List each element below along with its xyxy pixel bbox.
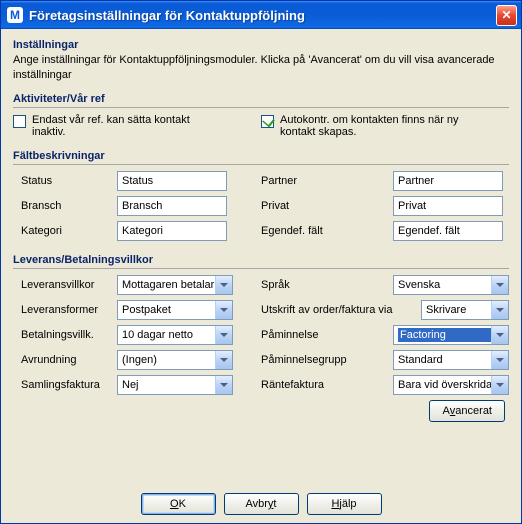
label-paminnelse: Påminnelse [261,329,393,341]
label-utskrift: Utskrift av order/faktura via [261,304,421,316]
label-partner: Partner [261,175,393,187]
chevron-down-icon [215,301,232,319]
checkbox-autocheck-contact-label: Autokontr. om kontakten finns när ny kon… [280,114,480,138]
group-activities-title: Aktiviteter/Vår ref [13,93,509,108]
chevron-down-icon [491,376,508,394]
label-avrundning: Avrundning [13,354,117,366]
group-fielddesc-title: Fältbeskrivningar [13,150,509,165]
chevron-down-icon [215,326,232,344]
cancel-button[interactable]: Avbryt [224,493,299,515]
combo-rantefaktura[interactable]: Bara vid överskridande [393,375,509,395]
settings-window: M Företagsinställningar för Kontaktuppfö… [0,0,522,524]
input-partner[interactable] [393,171,503,191]
input-bransch[interactable] [117,196,227,216]
checkbox-only-our-ref-label: Endast vår ref. kan sätta kontakt inakti… [32,114,222,138]
close-button[interactable]: ✕ [496,5,517,26]
combo-leveransvillkor[interactable]: Mottagaren betalar [117,275,233,295]
close-icon: ✕ [501,8,511,22]
label-egendef: Egendef. fält [261,225,393,237]
window-title: Företagsinställningar för Kontaktuppfölj… [29,8,496,23]
label-privat: Privat [261,200,393,212]
chevron-down-icon [215,376,232,394]
combo-utskrift[interactable]: Skrivare [421,300,509,320]
dialog-buttons: OK Avbryt Hjälp [1,493,521,515]
app-icon: M [7,7,23,23]
page-title: Inställningar [13,39,509,51]
label-samlingsfaktura: Samlingsfaktura [13,379,117,391]
chevron-down-icon [215,351,232,369]
chevron-down-icon [491,301,508,319]
group-delivery-title: Leverans/Betalningsvillkor [13,254,509,269]
checkbox-autocheck-contact[interactable] [261,115,274,128]
combo-betalningsvillk[interactable]: 10 dagar netto [117,325,233,345]
chevron-down-icon [491,276,508,294]
label-sprak: Språk [261,279,393,291]
label-leveransvillkor: Leveransvillkor [13,279,117,291]
chevron-down-icon [215,276,232,294]
input-kategori[interactable] [117,221,227,241]
label-bransch: Bransch [13,200,117,212]
page-description: Ange inställningar för Kontaktuppföljnin… [13,53,509,83]
input-privat[interactable] [393,196,503,216]
label-kategori: Kategori [13,225,117,237]
combo-sprak[interactable]: Svenska [393,275,509,295]
input-egendef[interactable] [393,221,503,241]
titlebar: M Företagsinställningar för Kontaktuppfö… [1,1,521,29]
checkbox-only-our-ref[interactable] [13,115,26,128]
label-betalningsvillk: Betalningsvillk. [13,329,117,341]
combo-paminnelse[interactable]: Factoring [393,325,509,345]
label-leveransformer: Leveransformer [13,304,117,316]
advanced-button[interactable]: Avancerat [429,400,505,422]
label-status: Status [13,175,117,187]
help-button[interactable]: Hjälp [307,493,382,515]
label-rantefaktura: Räntefaktura [261,379,393,391]
chevron-down-icon [491,351,508,369]
label-paminnelsegrupp: Påminnelsegrupp [261,354,393,366]
combo-leveransformer[interactable]: Postpaket [117,300,233,320]
input-status[interactable] [117,171,227,191]
combo-avrundning[interactable]: (Ingen) [117,350,233,370]
combo-samlingsfaktura[interactable]: Nej [117,375,233,395]
combo-paminnelsegrupp[interactable]: Standard [393,350,509,370]
ok-button[interactable]: OK [141,493,216,515]
chevron-down-icon [491,326,508,344]
